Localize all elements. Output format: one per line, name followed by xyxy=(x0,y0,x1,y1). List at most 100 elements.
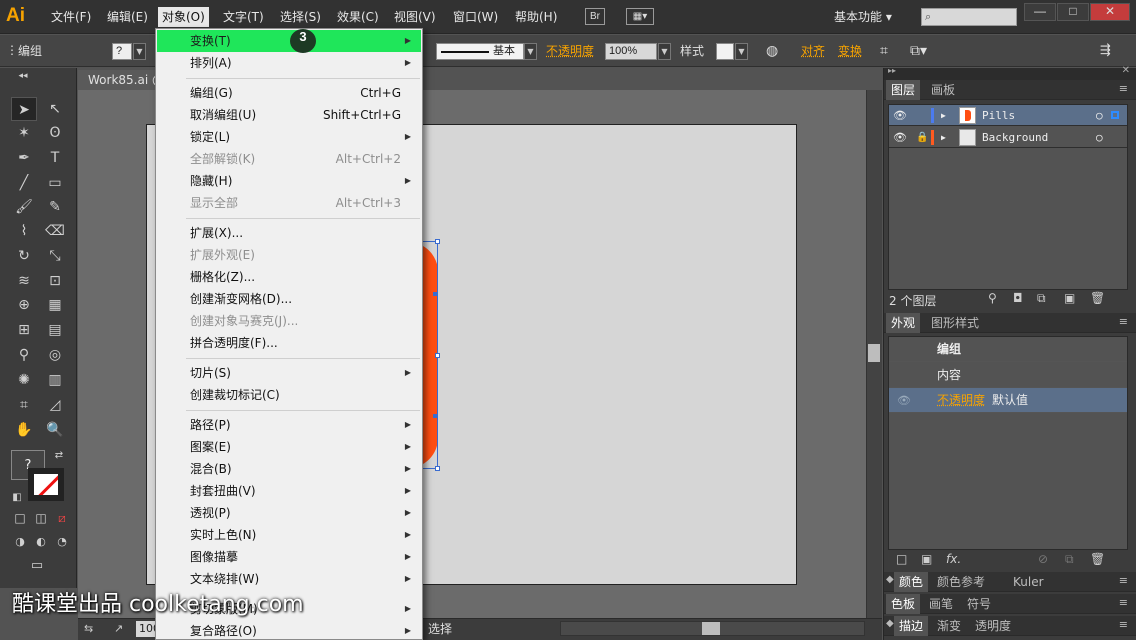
blend-tool-icon[interactable]: ◎ xyxy=(42,343,68,367)
tab-color[interactable]: 颜色 xyxy=(894,572,929,592)
tab-gradient[interactable]: 渐变 xyxy=(932,616,966,636)
menu-item-create-trim-marks[interactable]: 创建裁切标记(C) xyxy=(157,384,421,406)
minimize-button[interactable]: — xyxy=(1024,3,1056,21)
stroke-color-box[interactable] xyxy=(28,468,64,501)
scale-tool-icon[interactable]: ⤡ xyxy=(42,244,68,268)
collapse-icon[interactable]: ◂◂ xyxy=(10,70,36,82)
bridge-button[interactable]: Br xyxy=(585,8,605,25)
menu-window[interactable]: 窗口(W) xyxy=(449,7,502,27)
menu-item-envelope-distort[interactable]: 封套扭曲(V) ▶ xyxy=(157,480,421,502)
style-swatch[interactable] xyxy=(716,43,734,60)
visibility-eye-icon[interactable]: 👁 xyxy=(897,388,911,413)
perspective-grid-tool-icon[interactable]: ▦ xyxy=(42,293,68,317)
stroke-profile-dropdown-icon[interactable]: ▼ xyxy=(524,43,537,60)
new-sublayer-icon[interactable]: ⧉ xyxy=(1037,291,1046,306)
menu-object[interactable]: 对象(O) xyxy=(158,7,209,27)
menu-item-flatten-transparency[interactable]: 拼合透明度(F)... xyxy=(157,332,421,354)
eyedropper-tool-icon[interactable]: ⚲ xyxy=(11,343,37,367)
layer-row-pills[interactable]: 👁 ▶ Pills ○ xyxy=(889,105,1127,126)
arrange-icon[interactable]: ⧉▾ xyxy=(910,43,927,59)
expand-icon[interactable]: ◆ xyxy=(886,618,894,629)
mesh-tool-icon[interactable]: ⊞ xyxy=(11,318,37,342)
transform-link[interactable]: 变换 xyxy=(838,43,862,59)
slice-tool-icon[interactable]: ◿ xyxy=(42,393,68,417)
zoom-tool-icon[interactable]: 🔍 xyxy=(42,418,68,442)
resize-handle-bottom-right[interactable] xyxy=(435,466,440,471)
fill-dropdown-icon[interactable]: ▼ xyxy=(133,43,146,60)
menu-item-hide[interactable]: 隐藏(H) ▶ xyxy=(157,170,421,192)
tab-layers[interactable]: 图层 xyxy=(886,80,921,100)
tab-symbols[interactable]: 符号 xyxy=(962,594,996,614)
menu-help[interactable]: 帮助(H) xyxy=(511,7,561,27)
panel-menu-icon[interactable]: ≡ xyxy=(1119,596,1128,609)
artboard-nav-icon[interactable]: ⇆ xyxy=(84,622,93,635)
target-circle-icon[interactable]: ○ xyxy=(1096,105,1103,126)
expand-triangle-icon[interactable]: ▶ xyxy=(941,105,946,126)
menu-item-rasterize[interactable]: 栅格化(Z)... xyxy=(157,266,421,288)
eraser-tool-icon[interactable]: ⌫ xyxy=(42,219,68,243)
horizontal-scroll-thumb[interactable] xyxy=(702,622,720,635)
appearance-opacity-row[interactable]: 👁 不透明度 默认值 xyxy=(889,388,1127,413)
panel-menu-icon[interactable]: ≡ xyxy=(1119,82,1128,95)
layer-name[interactable]: Background xyxy=(982,127,1048,148)
none-mode-icon[interactable]: ⧄ xyxy=(49,506,75,530)
selection-indicator-icon[interactable] xyxy=(1111,111,1119,119)
menu-item-perspective[interactable]: 透视(P) ▶ xyxy=(157,502,421,524)
menu-item-live-paint[interactable]: 实时上色(N) ▶ xyxy=(157,524,421,546)
visibility-eye-icon[interactable]: 👁 xyxy=(893,105,907,126)
appearance-opacity-link[interactable]: 不透明度 xyxy=(937,388,985,413)
menu-file[interactable]: 文件(F) xyxy=(47,7,95,27)
menu-edit[interactable]: 编辑(E) xyxy=(103,7,152,27)
stroke-profile-select[interactable]: 基本 xyxy=(436,43,524,60)
selection-tool-icon[interactable]: ➤ xyxy=(11,97,37,121)
isolate-icon[interactable]: ⌗ xyxy=(880,43,888,59)
add-stroke-icon[interactable]: □ xyxy=(896,552,907,566)
rectangle-tool-icon[interactable]: ▭ xyxy=(42,171,68,195)
maximize-button[interactable]: □ xyxy=(1057,3,1089,21)
layer-name[interactable]: Pills xyxy=(982,105,1015,126)
delete-item-icon[interactable]: 🗑 xyxy=(1090,552,1105,566)
tab-transparency[interactable]: 透明度 xyxy=(970,616,1016,636)
free-transform-tool-icon[interactable]: ⊡ xyxy=(42,269,68,293)
expand-icon[interactable]: ◆ xyxy=(886,574,894,585)
arrange-documents-icon[interactable]: ▦▾ xyxy=(626,8,654,25)
panel-menu-icon[interactable]: ≡ xyxy=(1119,618,1128,631)
tab-appearance[interactable]: 外观 xyxy=(886,313,921,333)
lasso-tool-icon[interactable]: ʘ xyxy=(42,121,68,145)
tab-graphic-styles[interactable]: 图形样式 xyxy=(926,313,984,333)
magic-wand-tool-icon[interactable]: ✶ xyxy=(11,121,37,145)
panel-menu-icon[interactable]: ≡ xyxy=(1119,574,1128,587)
layer-row-background[interactable]: 👁 🔒 ▶ Background ○ xyxy=(889,127,1127,148)
menu-item-path[interactable]: 路径(P) ▶ xyxy=(157,414,421,436)
clear-appearance-icon[interactable]: ⊘ xyxy=(1038,552,1048,566)
menu-effect[interactable]: 效果(C) xyxy=(333,7,383,27)
tab-kuler[interactable]: Kuler xyxy=(1008,572,1049,592)
blob-brush-tool-icon[interactable]: ⌇ xyxy=(11,219,37,243)
menu-item-expand[interactable]: 扩展(X)... xyxy=(157,222,421,244)
duplicate-item-icon[interactable]: ⧉ xyxy=(1065,552,1074,567)
clipping-mask-icon[interactable]: ◘ xyxy=(1013,291,1023,305)
symbol-sprayer-tool-icon[interactable]: ✺ xyxy=(11,368,37,392)
close-dock-icon[interactable]: ✕ xyxy=(1122,65,1130,76)
menu-item-create-gradient-mesh[interactable]: 创建渐变网格(D)... xyxy=(157,288,421,310)
resize-handle-top-right[interactable] xyxy=(435,239,440,244)
resize-handle-middle-right[interactable] xyxy=(435,353,440,358)
lock-icon[interactable]: 🔒 xyxy=(916,127,928,148)
expand-triangle-icon[interactable]: ▶ xyxy=(941,127,946,148)
share-icon[interactable]: ↗ xyxy=(114,622,123,635)
screen-mode-icon[interactable]: ▭ xyxy=(24,554,50,578)
appearance-group-row[interactable]: 编组 xyxy=(889,337,1127,362)
expand-dock-icon[interactable]: ▸▸ xyxy=(888,66,896,75)
width-tool-icon[interactable]: ≋ xyxy=(11,269,37,293)
new-layer-icon[interactable]: ▣ xyxy=(1064,291,1075,305)
visibility-eye-icon[interactable]: 👁 xyxy=(893,127,907,148)
menu-item-transform[interactable]: 变换(T) ▶ xyxy=(157,30,421,52)
menu-type[interactable]: 文字(T) xyxy=(219,7,268,27)
pen-tool-icon[interactable]: ✒ xyxy=(11,146,37,170)
menu-item-slice[interactable]: 切片(S) ▶ xyxy=(157,362,421,384)
rotate-tool-icon[interactable]: ↻ xyxy=(11,244,37,268)
locate-object-icon[interactable]: ⚲ xyxy=(988,291,997,305)
document-tab[interactable]: Work85.ai @ xyxy=(78,70,160,90)
opacity-input[interactable]: 100% xyxy=(605,43,657,60)
gradient-tool-icon[interactable]: ▤ xyxy=(42,318,68,342)
